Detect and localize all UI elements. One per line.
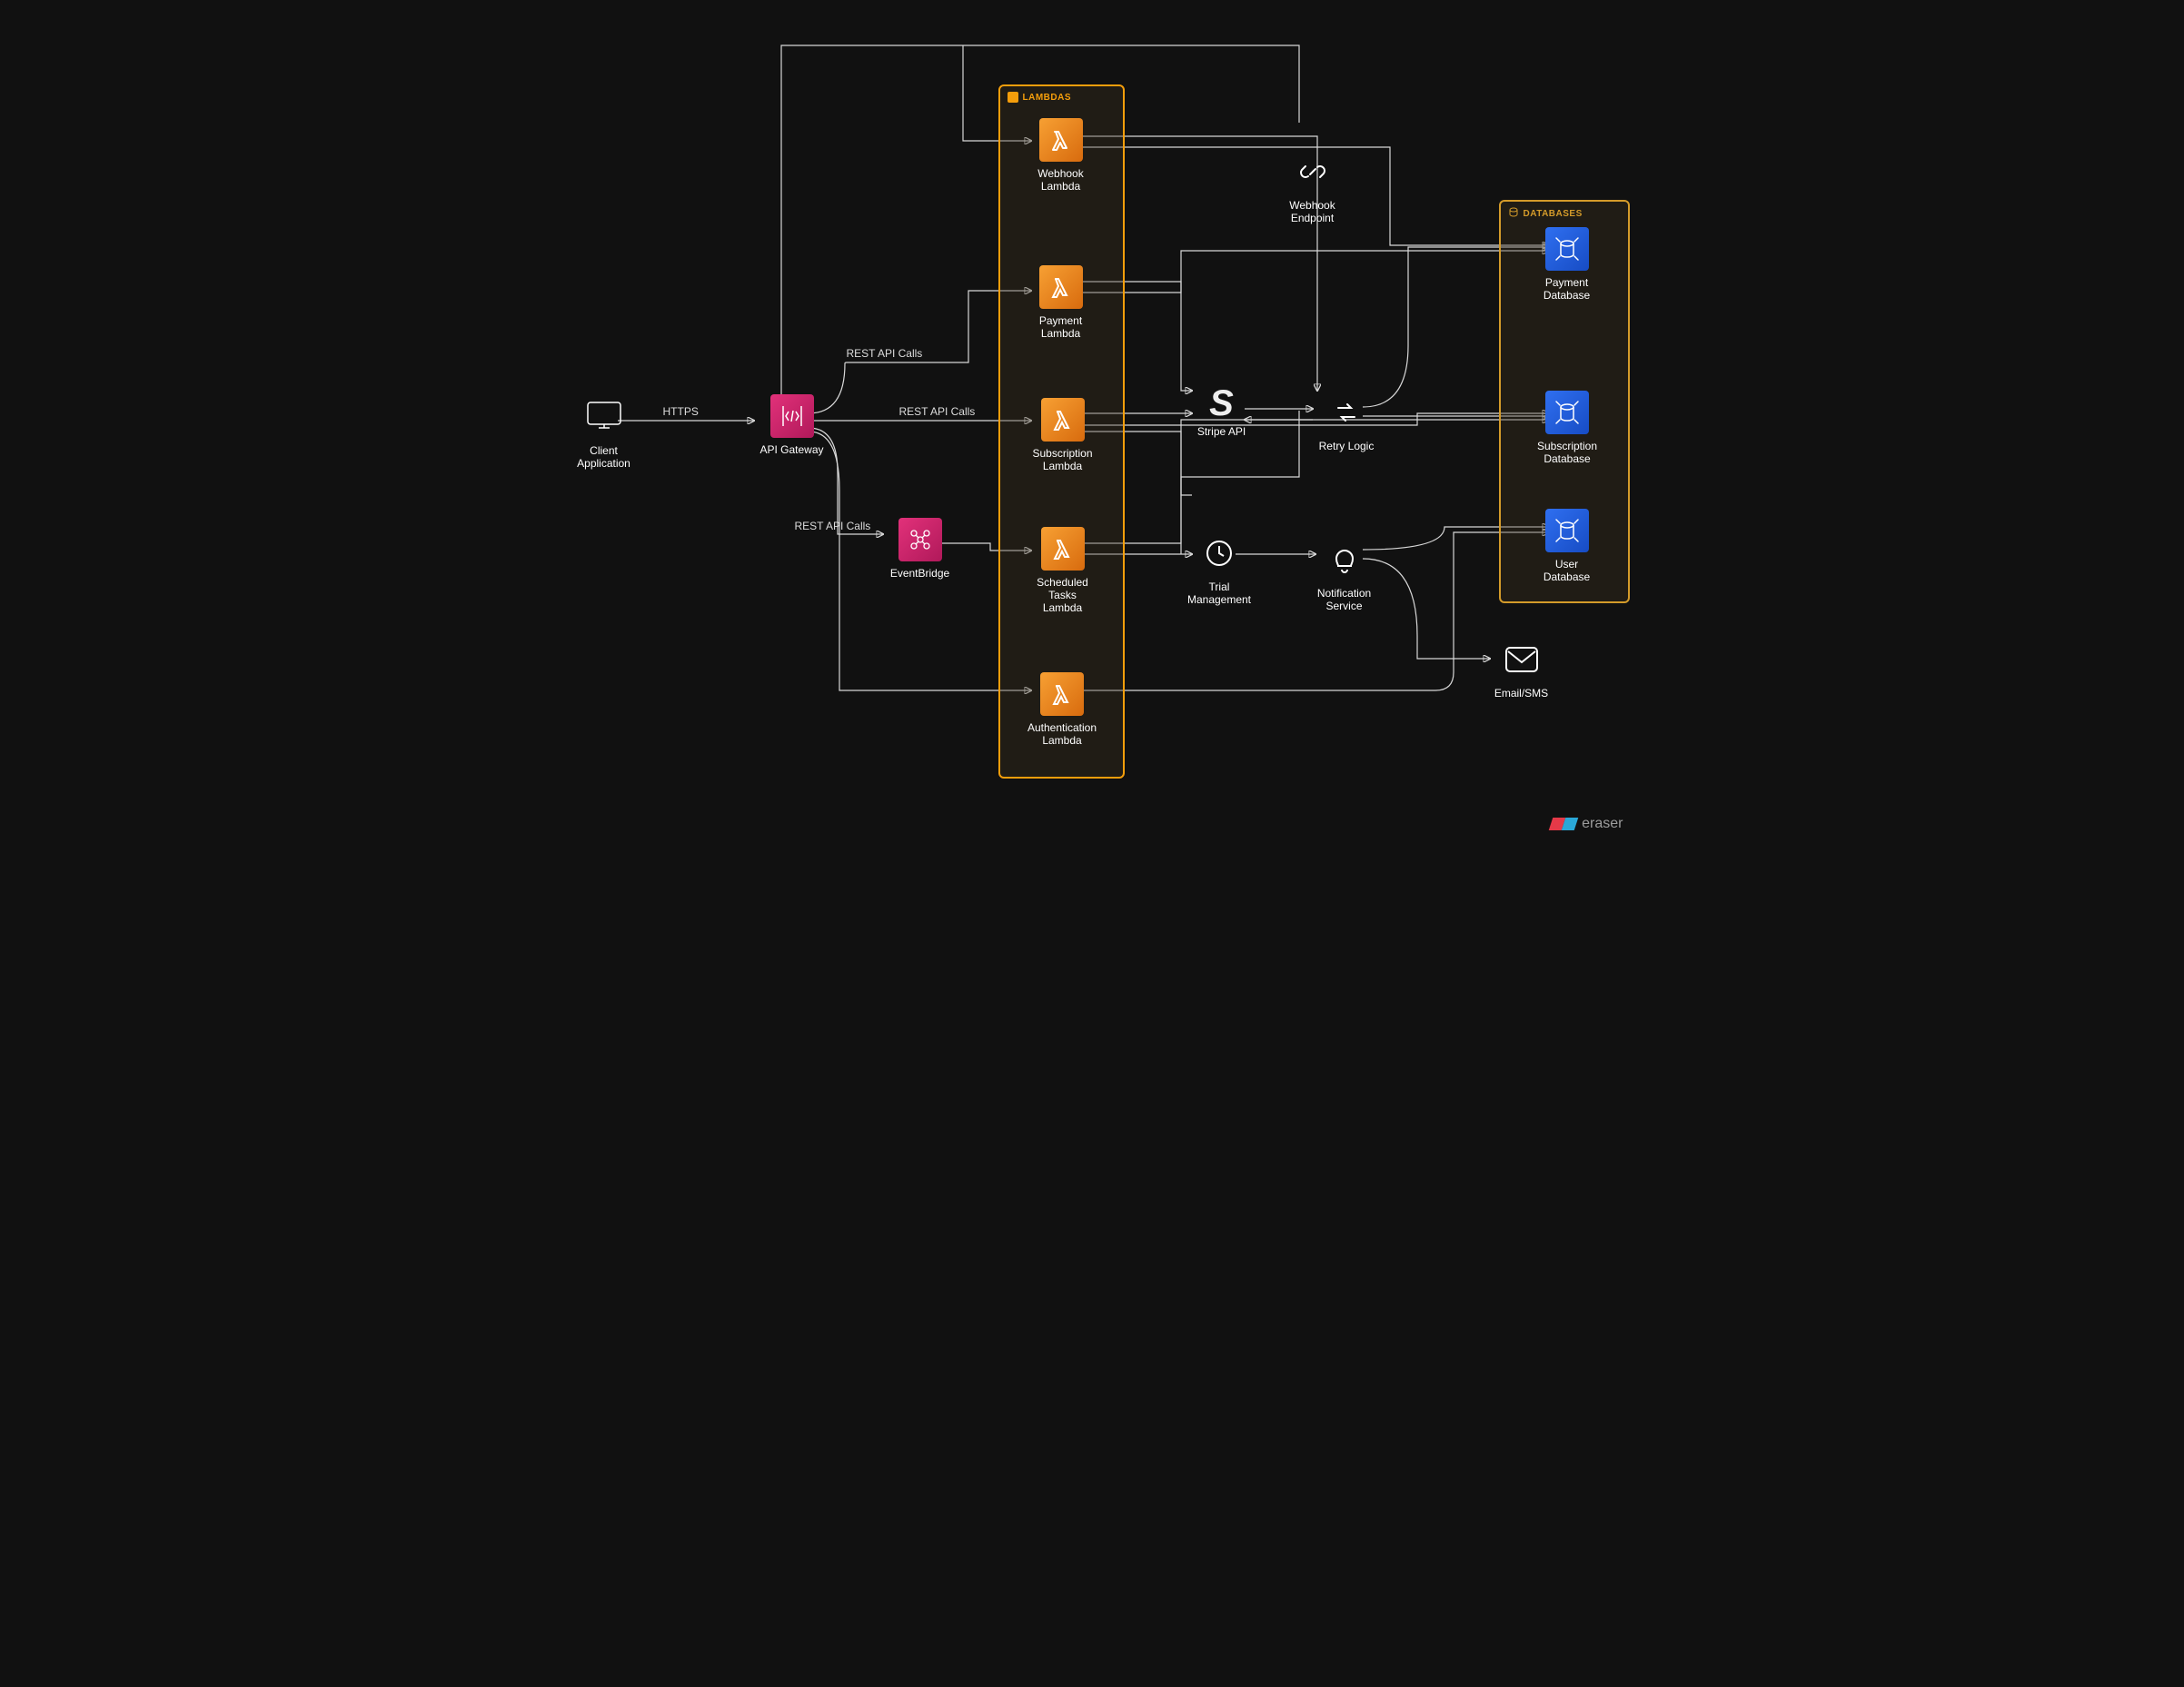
gateway-label: API Gateway	[756, 443, 829, 456]
subscription-lambda-label: SubscriptionLambda	[1031, 447, 1095, 472]
lambda-icon	[1040, 672, 1084, 716]
payment-db-node: PaymentDatabase	[1540, 227, 1594, 302]
auth-lambda-node: AuthenticationLambda	[1024, 672, 1101, 747]
api-gateway-icon	[770, 394, 814, 438]
clock-icon	[1197, 531, 1241, 575]
retry-icon	[1325, 391, 1368, 434]
email-label: Email/SMS	[1490, 687, 1554, 700]
user-db-node: UserDatabase	[1540, 509, 1594, 583]
scheduled-lambda-label: ScheduledTasksLambda	[1031, 576, 1095, 614]
webhook-endpoint-label: WebhookEndpoint	[1281, 199, 1345, 224]
db-group-icon	[1508, 207, 1519, 221]
client-label: ClientApplication	[563, 444, 645, 470]
eraser-brand-text: eraser	[1582, 816, 1623, 832]
trial-label: TrialManagement	[1181, 581, 1258, 606]
databases-group-title: DATABASES	[1524, 209, 1583, 219]
lambdas-group-title: LAMBDAS	[1023, 93, 1072, 103]
diagram-canvas: LAMBDAS DATABASES ClientApplication API …	[545, 0, 1640, 845]
database-icon	[1545, 391, 1589, 434]
payment-lambda-label: PaymentLambda	[1034, 314, 1088, 340]
database-icon	[1545, 227, 1589, 271]
api-gateway-node: API Gateway	[756, 394, 829, 456]
link-icon	[1291, 150, 1335, 194]
mail-icon	[1500, 638, 1544, 681]
email-sms-node: Email/SMS	[1490, 638, 1554, 700]
eventbridge-label: EventBridge	[884, 567, 957, 580]
bell-icon	[1323, 538, 1366, 581]
stripe-label: Stripe API	[1190, 425, 1254, 438]
user-db-label: UserDatabase	[1540, 558, 1594, 583]
edge-https: HTTPS	[663, 405, 699, 418]
webhook-endpoint-node: WebhookEndpoint	[1281, 150, 1345, 224]
lambda-icon	[1041, 398, 1085, 442]
lambda-icon	[1039, 118, 1083, 162]
stripe-api-node: S Stripe API	[1190, 382, 1254, 438]
eraser-logo: eraser	[1551, 816, 1623, 832]
subscription-db-label: SubscriptionDatabase	[1534, 440, 1602, 465]
edge-rest-3: REST API Calls	[795, 520, 871, 532]
lambda-group-icon	[1008, 92, 1018, 103]
trial-mgmt-node: TrialManagement	[1181, 531, 1258, 606]
lambda-icon	[1041, 527, 1085, 571]
stripe-icon: S	[1200, 382, 1244, 425]
monitor-icon	[582, 395, 626, 439]
subscription-db-node: SubscriptionDatabase	[1534, 391, 1602, 465]
lambda-icon	[1039, 265, 1083, 309]
payment-db-label: PaymentDatabase	[1540, 276, 1594, 302]
payment-lambda-node: PaymentLambda	[1034, 265, 1088, 340]
edge-rest-1: REST API Calls	[847, 347, 923, 360]
notification-node: NotificationService	[1308, 538, 1381, 612]
scheduled-lambda-node: ScheduledTasksLambda	[1031, 527, 1095, 614]
webhook-lambda-label: WebhookLambda	[1034, 167, 1088, 193]
eventbridge-node: EventBridge	[884, 518, 957, 580]
eraser-mark-icon	[1551, 818, 1576, 830]
database-icon	[1545, 509, 1589, 552]
retry-label: Retry Logic	[1313, 440, 1381, 452]
eventbridge-icon	[898, 518, 942, 561]
notification-label: NotificationService	[1308, 587, 1381, 612]
edge-rest-2: REST API Calls	[899, 405, 976, 418]
client-application-node: ClientApplication	[563, 395, 645, 470]
auth-lambda-label: AuthenticationLambda	[1024, 721, 1101, 747]
webhook-lambda-node: WebhookLambda	[1034, 118, 1088, 193]
retry-logic-node: Retry Logic	[1313, 391, 1381, 452]
subscription-lambda-node: SubscriptionLambda	[1031, 398, 1095, 472]
